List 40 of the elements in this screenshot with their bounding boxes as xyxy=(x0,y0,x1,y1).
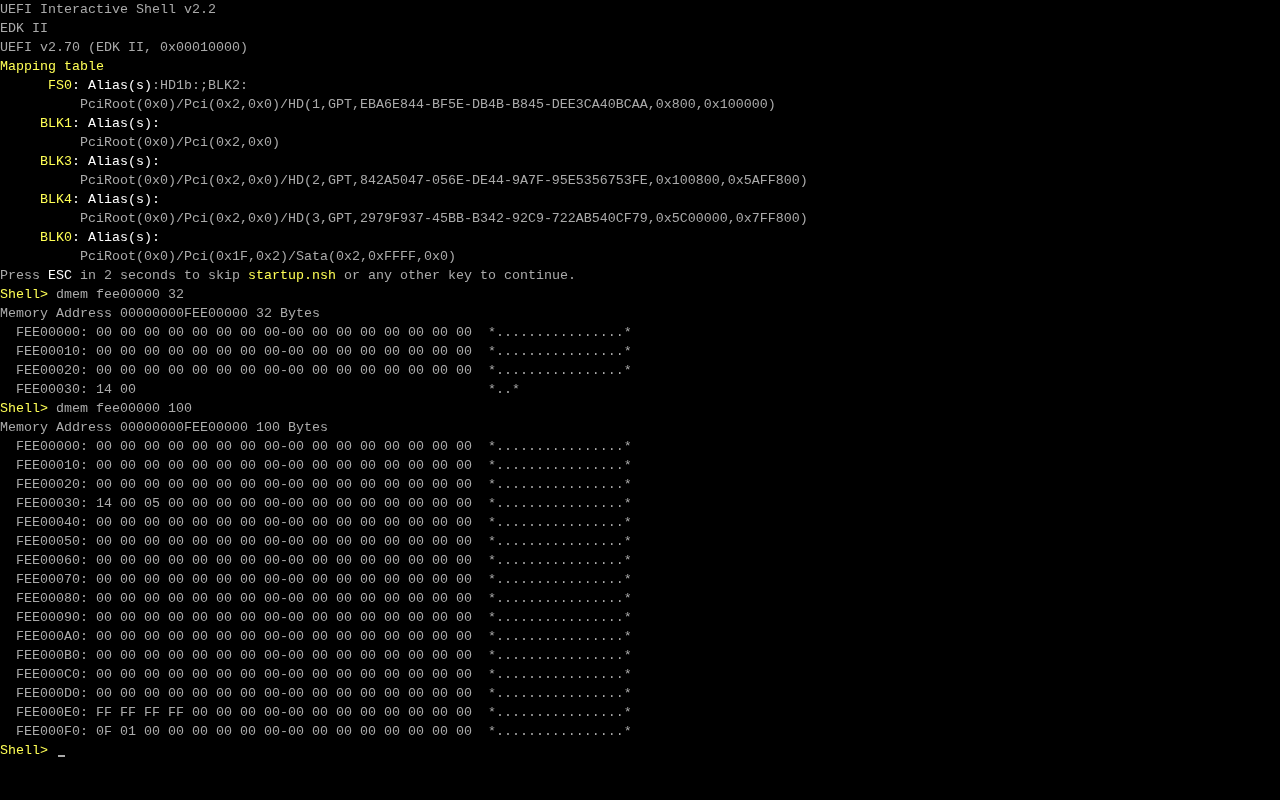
terminal-line: PciRoot(0x0)/Pci(0x2,0x0)/HD(3,GPT,2979F937-45BB-B342-92C9-722AB540CF79,0x5C00000,0x7FF800) xyxy=(78,210,808,228)
terminal-line: FEE000C0: 00 00 00 00 00 00 00 00-00 00 00 00 00 00 00 00 *................* xyxy=(15,666,632,684)
terminal-line: BLK0: Alias(s): xyxy=(38,229,160,247)
terminal-line: FEE00020: 00 00 00 00 00 00 00 00-00 00 00 00 00 00 00 00 *................* xyxy=(15,362,632,380)
terminal-line: FEE00040: 00 00 00 00 00 00 00 00-00 00 00 00 00 00 00 00 *................* xyxy=(15,514,632,532)
shell-prompt: Shell> xyxy=(0,742,48,760)
terminal-line: PciRoot(0x0)/Pci(0x1F,0x2)/Sata(0x2,0xFFFF,0x0) xyxy=(78,248,456,266)
terminal-line: UEFI v2.70 (EDK II, 0x00010000) xyxy=(0,39,248,57)
terminal-line: FEE00070: 00 00 00 00 00 00 00 00-00 00 00 00 00 00 00 00 *................* xyxy=(15,571,632,589)
terminal-line: FEE000A0: 00 00 00 00 00 00 00 00-00 00 00 00 00 00 00 00 *................* xyxy=(15,628,632,646)
terminal-line: Shell> dmem fee00000 32 xyxy=(0,286,184,304)
terminal-line: FEE000B0: 00 00 00 00 00 00 00 00-00 00 00 00 00 00 00 00 *................* xyxy=(15,647,632,665)
terminal-line: FS0: Alias(s):HD1b:;BLK2: xyxy=(46,77,248,95)
terminal-line: FEE00050: 00 00 00 00 00 00 00 00-00 00 00 00 00 00 00 00 *................* xyxy=(15,533,632,551)
terminal-line: Shell> dmem fee00000 100 xyxy=(0,400,192,418)
terminal-line: FEE00010: 00 00 00 00 00 00 00 00-00 00 00 00 00 00 00 00 *................* xyxy=(15,343,632,361)
terminal-line: EDK II xyxy=(0,20,48,38)
terminal-line: Memory Address 00000000FEE00000 100 Bytes xyxy=(0,419,328,437)
terminal-line: BLK4: Alias(s): xyxy=(38,191,160,209)
terminal-line: UEFI Interactive Shell v2.2 xyxy=(0,1,216,19)
terminal-line: PciRoot(0x0)/Pci(0x2,0x0) xyxy=(78,134,280,152)
terminal-line: Press ESC in 2 seconds to skip startup.nsh or any other key to continue. xyxy=(0,267,576,285)
terminal-line: FEE00010: 00 00 00 00 00 00 00 00-00 00 00 00 00 00 00 00 *................* xyxy=(15,457,632,475)
terminal-line: FEE000F0: 0F 01 00 00 00 00 00 00-00 00 00 00 00 00 00 00 *................* xyxy=(15,723,632,741)
terminal-line: FEE00060: 00 00 00 00 00 00 00 00-00 00 00 00 00 00 00 00 *................* xyxy=(15,552,632,570)
terminal-line: FEE00030: 14 00 05 00 00 00 00 00-00 00 00 00 00 00 00 00 *................* xyxy=(15,495,632,513)
terminal-line: FEE000D0: 00 00 00 00 00 00 00 00-00 00 00 00 00 00 00 00 *................* xyxy=(15,685,632,703)
terminal-line: FEE00030: 14 00 *..* xyxy=(15,381,520,399)
terminal-line: PciRoot(0x0)/Pci(0x2,0x0)/HD(2,GPT,842A5047-056E-DE44-9A7F-95E5356753FE,0x100800,0x5AFF800) xyxy=(78,172,808,190)
terminal-line: BLK1: Alias(s): xyxy=(38,115,160,133)
terminal-line: FEE000E0: FF FF FF FF 00 00 00 00-00 00 00 00 00 00 00 00 *................* xyxy=(15,704,632,722)
terminal-line: FEE00000: 00 00 00 00 00 00 00 00-00 00 00 00 00 00 00 00 *................* xyxy=(15,438,632,456)
terminal-line: FEE00000: 00 00 00 00 00 00 00 00-00 00 00 00 00 00 00 00 *................* xyxy=(15,324,632,342)
terminal-line: FEE00020: 00 00 00 00 00 00 00 00-00 00 00 00 00 00 00 00 *................* xyxy=(15,476,632,494)
terminal-line: BLK3: Alias(s): xyxy=(38,153,160,171)
terminal-line: Mapping table xyxy=(0,58,104,76)
terminal-line: FEE00080: 00 00 00 00 00 00 00 00-00 00 00 00 00 00 00 00 *................* xyxy=(15,590,632,608)
terminal-line: PciRoot(0x0)/Pci(0x2,0x0)/HD(1,GPT,EBA6E844-BF5E-DB4B-B845-DEE3CA40BCAA,0x800,0x100000) xyxy=(78,96,776,114)
terminal-line: Memory Address 00000000FEE00000 32 Bytes xyxy=(0,305,320,323)
terminal-line: FEE00090: 00 00 00 00 00 00 00 00-00 00 00 00 00 00 00 00 *................* xyxy=(15,609,632,627)
